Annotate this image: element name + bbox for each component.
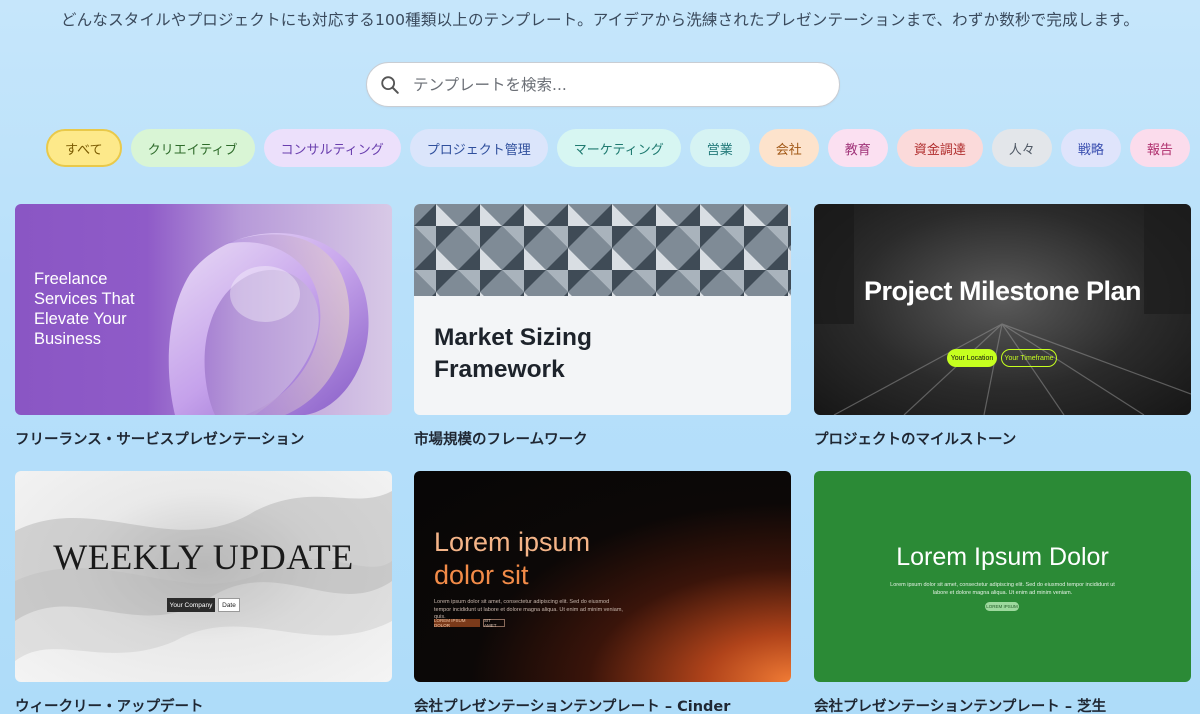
template-title[interactable]: 市場規模のフレームワーク <box>414 428 791 449</box>
thumbnail-heading: Market Sizing Framework <box>434 324 592 383</box>
template-title[interactable]: フリーランス・サービスプレゼンテーション <box>15 428 392 449</box>
template-card[interactable]: WEEKLY UPDATE Your Company Date ウィークリー・ア… <box>15 471 392 714</box>
label-tag: LOREM IPSUM DOLOR <box>434 618 480 628</box>
template-card[interactable]: Lorem Ipsum Dolor Lorem ipsum dolor sit … <box>814 471 1191 714</box>
template-title[interactable]: 会社プレゼンテーションテンプレート – 芝生 <box>814 695 1191 714</box>
diamond-pattern-graphic <box>414 204 791 296</box>
category-chip-creative[interactable]: クリエイティブ <box>130 129 255 167</box>
thumbnail-heading: Lorem ipsum dolor sit <box>434 526 590 592</box>
timeframe-pill: Your Timeframe <box>1001 349 1057 367</box>
category-chip-education[interactable]: 教育 <box>827 129 888 167</box>
search-bar[interactable] <box>366 62 840 107</box>
template-card[interactable]: Project Milestone Plan Your Location You… <box>814 204 1191 449</box>
company-tag: Your Company <box>167 598 215 612</box>
heading-line-1: Lorem ipsum <box>434 527 591 557</box>
category-chip-report[interactable]: 報告 <box>1129 129 1190 167</box>
category-chip-project-management[interactable]: プロジェクト管理 <box>409 129 548 167</box>
category-chip-consulting[interactable]: コンサルティング <box>263 129 401 167</box>
thumbnail-heading: Freelance Services That Elevate Your Bus… <box>34 270 135 348</box>
page-subtitle: どんなスタイルやプロジェクトにも対応する100種類以上のテンプレート。アイデアか… <box>60 11 1140 29</box>
thumbnail-heading: Project Milestone Plan <box>863 276 1142 306</box>
template-title[interactable]: プロジェクトのマイルストーン <box>814 428 1191 449</box>
template-thumbnail[interactable]: Lorem Ipsum Dolor Lorem ipsum dolor sit … <box>814 471 1191 682</box>
label-tag: SIT AMET <box>483 618 505 628</box>
category-chip-people[interactable]: 人々 <box>991 129 1052 167</box>
template-thumbnail[interactable]: Freelance Services That Elevate Your Bus… <box>15 204 392 415</box>
category-chip-all[interactable]: すべて <box>46 129 122 167</box>
template-thumbnail[interactable]: Project Milestone Plan Your Location You… <box>814 204 1191 415</box>
category-filter-bar: すべて クリエイティブ コンサルティング プロジェクト管理 マーケティング 営業… <box>46 129 1190 167</box>
template-card[interactable]: Freelance Services That Elevate Your Bus… <box>15 204 392 449</box>
location-pill: Your Location <box>947 349 997 367</box>
template-card[interactable]: Lorem ipsum dolor sit Lorem ipsum dolor … <box>414 471 791 714</box>
date-tag: Date <box>218 598 240 612</box>
label-tag: LOREM IPSUM <box>985 602 1019 611</box>
template-thumbnail[interactable]: Market Sizing Framework <box>414 204 791 415</box>
category-chip-sales[interactable]: 営業 <box>689 129 750 167</box>
category-chip-company[interactable]: 会社 <box>758 129 819 167</box>
category-chip-fundraising[interactable]: 資金調達 <box>896 129 983 167</box>
search-icon <box>381 75 399 94</box>
thumbnail-heading: WEEKLY UPDATE <box>53 537 354 577</box>
search-input[interactable] <box>413 75 839 94</box>
template-thumbnail[interactable]: WEEKLY UPDATE Your Company Date <box>15 471 392 682</box>
category-chip-strategy[interactable]: 戦略 <box>1060 129 1121 167</box>
template-card[interactable]: Market Sizing Framework 市場規模のフレームワーク <box>414 204 791 449</box>
template-title[interactable]: 会社プレゼンテーションテンプレート – Cinder <box>414 695 791 714</box>
template-thumbnail[interactable]: Lorem ipsum dolor sit Lorem ipsum dolor … <box>414 471 791 682</box>
category-chip-marketing[interactable]: マーケティング <box>556 129 681 167</box>
heading-line-2: dolor sit <box>434 560 529 590</box>
thumbnail-body: Lorem ipsum dolor sit amet, consectetur … <box>890 582 1115 596</box>
template-title[interactable]: ウィークリー・アップデート <box>15 695 392 714</box>
thumbnail-heading: Lorem Ipsum Dolor <box>896 543 1109 571</box>
